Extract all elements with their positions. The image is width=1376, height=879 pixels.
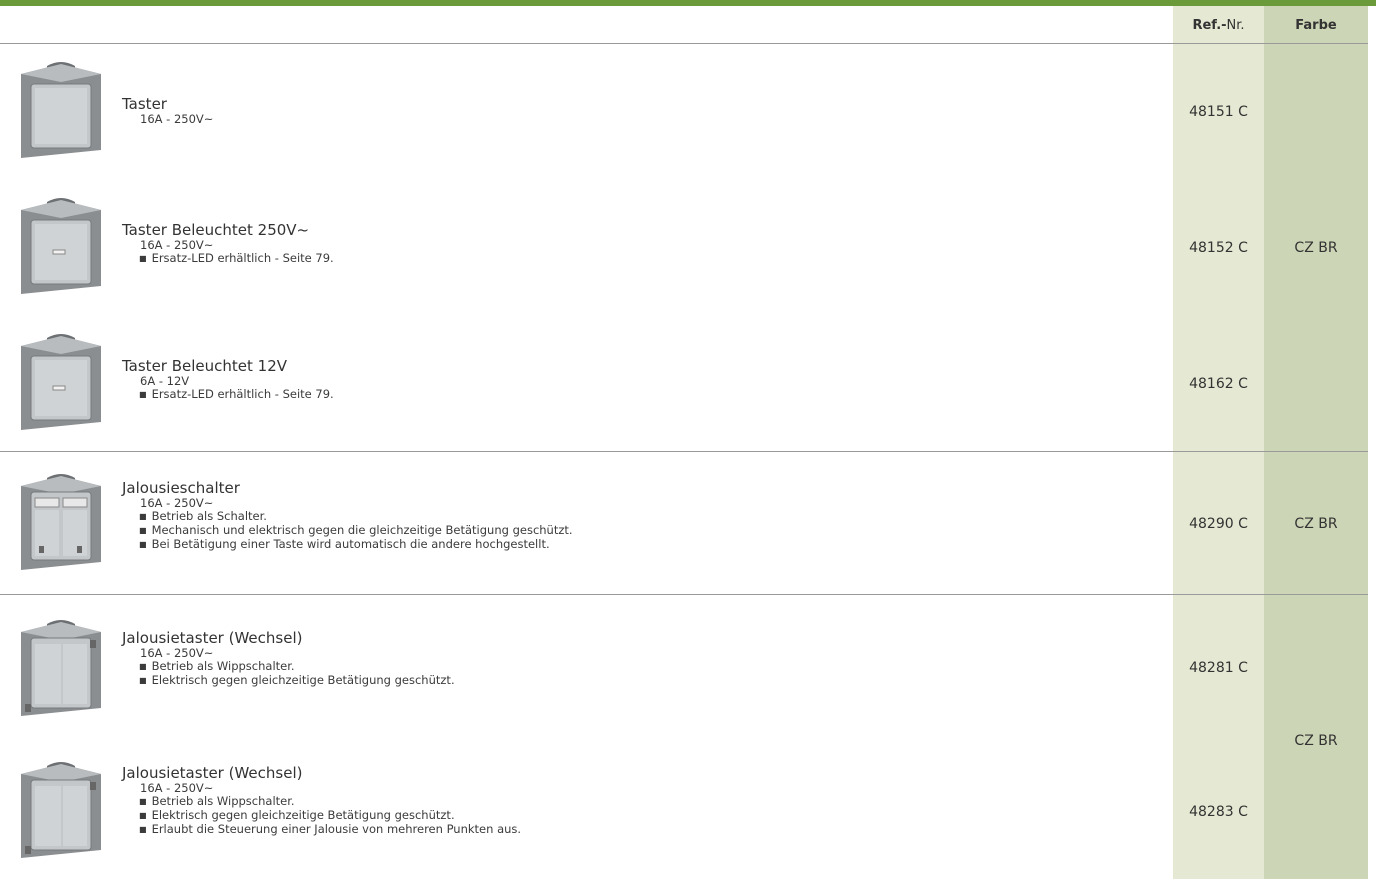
product-note: Ersatz-LED erhältlich - Seite 79.	[122, 388, 334, 402]
blind-switch-icon	[21, 474, 101, 570]
ref-number: 48162 C	[1189, 376, 1248, 392]
product-spec: 16A - 250V~	[140, 112, 214, 126]
ref-number: 48283 C	[1189, 804, 1248, 820]
product-note: Mechanisch und elektrisch gegen die glei…	[122, 524, 573, 538]
product-title: Jalousietaster (Wechsel)	[122, 629, 303, 647]
header-divider	[0, 43, 1368, 44]
product-note: Betrieb als Schalter.	[122, 510, 573, 524]
color-code: CZ BR	[1294, 516, 1338, 532]
group-divider	[0, 451, 1368, 452]
product-note: Elektrisch gegen gleichzeitige Betätigun…	[122, 674, 455, 688]
illuminated-push-button-icon	[21, 334, 101, 430]
ref-column-background	[1173, 6, 1264, 879]
top-accent-bar	[0, 0, 1376, 6]
color-code: CZ BR	[1294, 240, 1338, 256]
ref-nr-header: Ref.- Nr.	[1192, 17, 1245, 33]
product-title: Taster Beleuchtet 12V	[122, 357, 288, 375]
farbe-header: Farbe	[1295, 17, 1337, 33]
ref-number: 48290 C	[1189, 516, 1248, 532]
ref-number: 48151 C	[1189, 104, 1248, 120]
blind-push-button-icon	[21, 620, 101, 716]
product-title: Taster Beleuchtet 250V~	[122, 221, 310, 239]
color-code: CZ BR	[1294, 733, 1338, 749]
ref-number: 48281 C	[1189, 660, 1248, 676]
product-title: Taster	[122, 95, 167, 113]
push-button-switch-icon	[21, 62, 101, 158]
product-note: Betrieb als Wippschalter.	[122, 660, 455, 674]
product-title: Jalousieschalter	[122, 479, 240, 497]
product-note: Elektrisch gegen gleichzeitige Betätigun…	[122, 809, 521, 823]
illuminated-push-button-icon	[21, 198, 101, 294]
product-note: Bei Betätigung einer Taste wird automati…	[122, 538, 573, 552]
product-title: Jalousietaster (Wechsel)	[122, 764, 303, 782]
ref-number: 48152 C	[1189, 240, 1248, 256]
product-note: Erlaubt die Steuerung einer Jalousie von…	[122, 823, 522, 837]
product-note: Ersatz-LED erhältlich - Seite 79.	[122, 252, 334, 266]
group-divider	[0, 594, 1368, 595]
blind-push-button-icon	[21, 762, 101, 858]
product-note: Betrieb als Wippschalter.	[122, 795, 521, 809]
